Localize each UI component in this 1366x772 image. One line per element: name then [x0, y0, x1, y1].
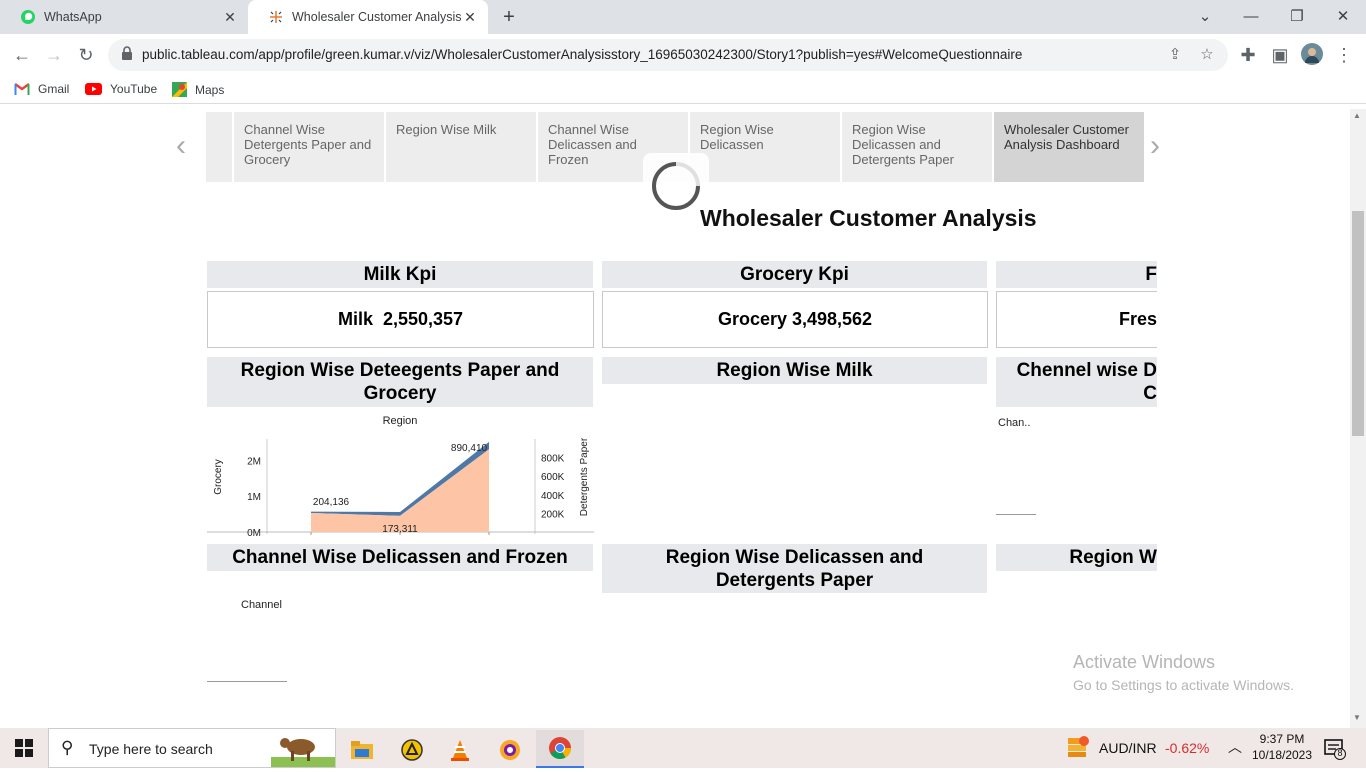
minimize-button[interactable]: — [1239, 5, 1263, 29]
maps-icon [172, 82, 187, 97]
tab-title: WhatsApp [44, 10, 102, 24]
story-next-arrow-icon[interactable]: › [1150, 131, 1174, 163]
ticker-change: -0.62% [1165, 740, 1210, 756]
y-tick-label: 0M [247, 528, 261, 537]
activation-watermark: Activate Windows Go to Settings to activ… [1073, 652, 1294, 693]
tab-tableau[interactable]: Wholesaler Customer Analysis st ✕ [248, 0, 488, 34]
region-detergents-grocery-title: Region Wise Deteegents Paper and Grocery [207, 357, 593, 407]
close-icon[interactable]: ✕ [462, 9, 478, 25]
channel-delicassen-frozen-title: Channel Wise Delicassen and Frozen [207, 544, 593, 571]
x-tick-label: 1 [308, 536, 314, 537]
x-tick-label: 3 [486, 536, 492, 537]
tab-whatsapp[interactable]: WhatsApp ✕ [0, 0, 248, 34]
region-milk-title: Region Wise Milk [602, 357, 987, 384]
url-text: public.tableau.com/app/profile/green.kum… [142, 47, 1023, 62]
currency-ticker-icon[interactable] [1066, 736, 1090, 763]
data-label: 890,410 [451, 443, 488, 454]
clock[interactable]: 9:37 PM 10/18/2023 [1250, 731, 1314, 763]
forward-arrow-icon[interactable]: → [42, 43, 66, 67]
y-tick-label: 2M [247, 456, 261, 467]
close-window-button[interactable]: ✕ [1331, 5, 1355, 29]
cow-illustration-icon [271, 729, 335, 767]
y-tick-label: 1M [247, 492, 261, 503]
detergents-area [311, 449, 489, 532]
bookmarks-bar: Gmail YouTube Maps [0, 76, 1366, 104]
windows-start-icon[interactable] [0, 730, 48, 766]
file-explorer-icon[interactable] [338, 732, 386, 768]
tableau-icon [268, 9, 284, 25]
notification-count: 8 [1337, 748, 1343, 758]
scrollbar-thumb[interactable] [1352, 211, 1364, 436]
chrome-icon[interactable] [536, 730, 584, 768]
tableau-story-viewport: ‹ Channel Wise Detergents Paper and Groc… [0, 109, 1350, 728]
chan-label: Chan.. [998, 417, 1031, 429]
address-bar[interactable]: public.tableau.com/app/profile/green.kum… [108, 39, 1228, 71]
gmail-icon [14, 83, 30, 95]
x-tick-label: 2 [397, 536, 403, 537]
brave-browser-icon[interactable] [486, 732, 534, 768]
channel-label: Channel [241, 599, 282, 611]
region-partial-title: Region W [996, 544, 1157, 571]
restore-button[interactable]: ❐ [1285, 5, 1309, 29]
scroll-up-icon[interactable]: ▲ [1353, 111, 1361, 120]
windows-taskbar: ⚲ Type here to search AUD/INR -0.62% ︿ 9… [0, 728, 1366, 768]
dashboard-title: Wholesaler Customer Analysis [700, 205, 1037, 231]
tab-strip: WhatsApp ✕ Wholesaler Customer Analysis … [0, 0, 1366, 34]
y2-tick-label: 800K [541, 454, 565, 465]
y2-tick-label: 200K [541, 509, 565, 520]
app-triangle-icon[interactable] [388, 732, 436, 768]
whatsapp-icon [20, 9, 36, 25]
story-point-partial[interactable] [206, 112, 232, 182]
bookmark-gmail[interactable]: Gmail [14, 82, 69, 96]
milk-kpi-value: Milk 2,550,357 [207, 291, 594, 348]
y2-tick-label: 600K [541, 472, 565, 483]
axis-line [207, 681, 287, 682]
browser-toolbar: ← → ↻ public.tableau.com/app/profile/gre… [0, 34, 1366, 76]
bookmark-youtube[interactable]: YouTube [85, 82, 157, 96]
back-arrow-icon[interactable]: ← [10, 43, 34, 67]
side-panel-icon[interactable]: ▣ [1268, 43, 1292, 67]
menu-kebab-icon[interactable]: ⋮ [1332, 43, 1356, 67]
y-axis-label: Grocery [213, 459, 224, 495]
notification-icon[interactable]: 8 [1324, 738, 1346, 765]
story-point-1[interactable]: Channel Wise Detergents Paper and Grocer… [234, 112, 384, 182]
tab-title: Wholesaler Customer Analysis st [292, 10, 462, 24]
region-area-chart[interactable]: Region Grocery Detergents Paper 0M 1M 2M 20… [207, 409, 594, 537]
avatar[interactable] [1300, 43, 1324, 67]
bookmark-maps[interactable]: Maps [172, 82, 224, 97]
search-icon: ⚲ [61, 738, 74, 757]
story-point-2[interactable]: Region Wise Milk [386, 112, 536, 182]
axis-line [996, 514, 1036, 515]
y2-axis-label: Detergents Paper [579, 437, 590, 516]
scroll-down-icon[interactable]: ▼ [1353, 713, 1361, 722]
story-prev-arrow-icon[interactable]: ‹ [176, 131, 200, 163]
page-scrollbar[interactable]: ▲ ▼ [1350, 109, 1366, 728]
star-icon[interactable]: ☆ [1198, 46, 1216, 64]
extensions-icon[interactable]: ✚ [1236, 43, 1260, 67]
region-delicassen-detergents-title: Region Wise Delicassen and Detergents Pa… [602, 544, 987, 593]
chevron-up-icon[interactable]: ︿ [1228, 737, 1242, 757]
grocery-kpi-value: Grocery 3,498,562 [602, 291, 988, 348]
chart-title: Region [383, 415, 418, 427]
story-point-4[interactable]: Region Wise Delicassen [690, 112, 840, 182]
close-icon[interactable]: ✕ [222, 9, 238, 25]
story-point-6[interactable]: Wholesaler Customer Analysis Dashboard [994, 112, 1144, 182]
youtube-icon [85, 83, 102, 95]
share-icon[interactable]: ⇪ [1166, 46, 1184, 64]
ticker-label: AUD/INR [1099, 740, 1157, 756]
story-point-5[interactable]: Region Wise Delicassen and Detergents Pa… [842, 112, 992, 182]
grocery-kpi-title: Grocery Kpi [602, 261, 987, 288]
fresh-kpi-value: Fres [996, 291, 1157, 348]
lock-icon [118, 46, 136, 64]
reload-icon[interactable]: ↻ [74, 43, 98, 67]
vlc-icon[interactable] [436, 732, 484, 768]
taskbar-search-input[interactable]: ⚲ Type here to search [48, 728, 336, 768]
data-label: 204,136 [313, 497, 350, 508]
channel-partial-title: Chennel wise D C [996, 357, 1157, 407]
y2-tick-label: 400K [541, 491, 565, 502]
fresh-kpi-title: F [996, 261, 1157, 288]
new-tab-button[interactable]: + [498, 6, 520, 28]
chevron-down-icon[interactable]: ⌄ [1193, 5, 1217, 29]
milk-kpi-title: Milk Kpi [207, 261, 593, 288]
